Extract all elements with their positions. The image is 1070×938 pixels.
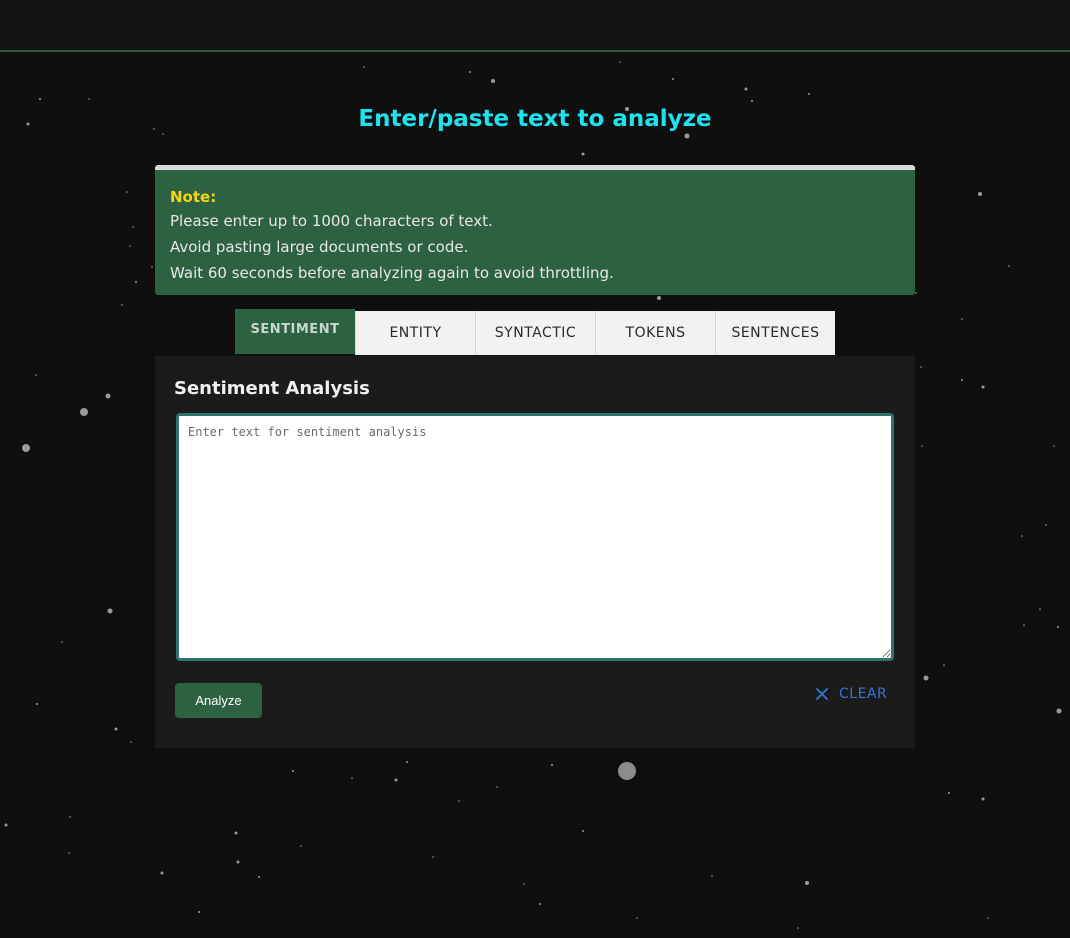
tab-sentiment[interactable]: SENTIMENT	[235, 309, 355, 354]
tab-entity[interactable]: ENTITY	[355, 311, 475, 355]
note-line: Wait 60 seconds before analyzing again t…	[170, 264, 614, 282]
note-title: Note:	[170, 188, 217, 206]
tab-sentences[interactable]: SENTENCES	[715, 311, 835, 355]
close-icon	[816, 688, 828, 700]
note-banner: Note: Please enter up to 1000 characters…	[155, 165, 915, 295]
analysis-tabs: SENTIMENT ENTITY SYNTACTIC TOKENS SENTEN…	[235, 309, 835, 356]
tab-syntactic[interactable]: SYNTACTIC	[475, 311, 595, 355]
sentiment-text-input[interactable]	[176, 413, 894, 661]
panel-heading: Sentiment Analysis	[174, 378, 370, 399]
page-title: Enter/paste text to analyze	[358, 106, 712, 132]
clear-button[interactable]: CLEAR	[815, 682, 887, 706]
top-navbar	[0, 0, 1070, 52]
clear-label: CLEAR	[839, 686, 888, 702]
analyze-button[interactable]: Analyze	[175, 683, 262, 718]
tab-tokens[interactable]: TOKENS	[595, 311, 715, 355]
note-line: Please enter up to 1000 characters of te…	[170, 212, 493, 230]
note-line: Avoid pasting large documents or code.	[170, 238, 469, 256]
sentiment-panel: Sentiment Analysis Analyze CLEAR	[155, 356, 915, 748]
